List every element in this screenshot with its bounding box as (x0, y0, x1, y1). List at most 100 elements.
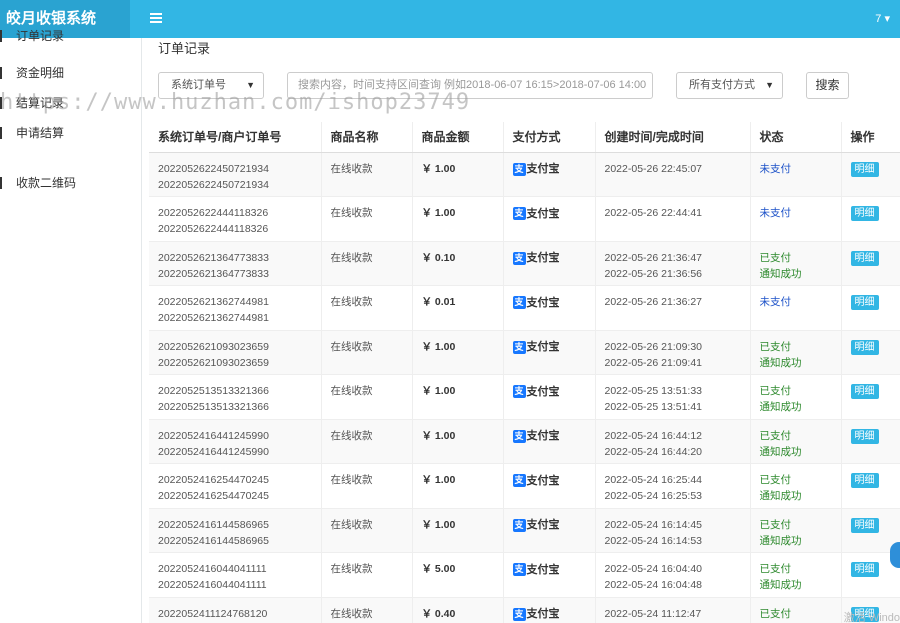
detail-button[interactable]: 明细 (850, 250, 879, 266)
sidebar-item-funds[interactable]: 资金明细 (0, 63, 141, 93)
system-order-no: 2022052621362744981 (158, 296, 269, 308)
cell-amount: ￥ 1.00 (412, 374, 504, 420)
status-badge: 已支付 (759, 607, 792, 620)
created-time: 2022-05-26 22:44:41 (604, 207, 703, 219)
cell-status: 已支付 通知成功 (750, 508, 842, 553)
cell-status: 未支付 (750, 152, 842, 197)
alipay-badge: 支支付宝 (512, 295, 560, 311)
cell-product-name: 在线收款 (321, 374, 413, 420)
completed-time: 2022-05-24 16:25:53 (604, 490, 703, 502)
table-row: 2022052416044041111 2022052416044041111 在线… (149, 552, 900, 598)
pay-method-label: 支付宝 (526, 296, 560, 309)
cell-product-name: 在线收款 (321, 330, 413, 375)
created-time: 2022-05-24 16:25:44 (604, 474, 703, 486)
cell-amount: ￥ 1.00 (412, 419, 504, 464)
cell-action: 明细 (841, 196, 900, 242)
system-order-no: 2022052416441245990 (158, 429, 269, 442)
notify-status: 通知成功 (759, 401, 802, 413)
alipay-icon: 支 (512, 474, 526, 487)
detail-button[interactable]: 明细 (850, 161, 879, 177)
alipay-icon: 支 (512, 340, 526, 354)
cell-pay-method: 支支付宝 (503, 241, 596, 286)
status-badge: 已支付 (759, 340, 792, 353)
status-badge: 已支付 (759, 251, 792, 264)
table-row: 2022052622450721934 2022052622450721934 在线… (149, 152, 900, 197)
col-amount[interactable]: 商品金额 (412, 122, 504, 153)
col-product-name[interactable]: 商品名称 (321, 122, 413, 153)
list-icon[interactable] (150, 11, 164, 25)
table-row: 2022052416441245990 2022052416441245990 在线… (149, 419, 900, 464)
col-pay-method[interactable]: 支付方式 (503, 122, 596, 153)
select-value: 系统订单号 (171, 79, 226, 91)
cell-order-no: 2022052416441245990 2022052416441245990 (149, 419, 322, 464)
cell-pay-method: 支支付宝 (503, 330, 596, 375)
cell-action: 明细 (841, 285, 900, 331)
cell-product-name: 在线收款 (321, 196, 413, 242)
alipay-badge: 支支付宝 (512, 250, 560, 266)
pay-method-label: 支付宝 (526, 385, 560, 398)
floating-service-icon[interactable] (890, 542, 900, 568)
cell-action: 明细 (841, 419, 900, 464)
notify-status: 通知成功 (759, 490, 802, 502)
cell-status: 已支付 通知成功 (750, 374, 842, 420)
activation-notice: 激活 Windo (843, 612, 900, 623)
sidebar-item-apply-settlement[interactable]: 申请结算 (0, 123, 141, 153)
detail-button[interactable]: 明细 (850, 339, 879, 355)
col-status[interactable]: 状态 (750, 122, 842, 153)
pay-method-label: 支付宝 (526, 163, 560, 175)
cell-amount: ￥ 0.40 (412, 597, 504, 623)
detail-button[interactable]: 明细 (850, 562, 879, 577)
cell-status: 已支付 通知成功 (750, 552, 842, 598)
detail-button[interactable]: 明细 (850, 295, 879, 310)
detail-button[interactable]: 明细 (850, 473, 879, 488)
alipay-badge: 支支付宝 (512, 473, 560, 489)
col-time[interactable]: 创建时间/完成时间 (595, 122, 751, 153)
pay-method-label: 支付宝 (526, 207, 560, 220)
alipay-badge: 支支付宝 (512, 384, 560, 400)
cell-amount: ￥ 1.00 (412, 508, 504, 553)
alipay-icon: 支 (512, 429, 526, 443)
table-header-row: 系统订单号/商户订单号 商品名称 商品金额 支付方式 创建时间/完成时间 状态 … (149, 122, 900, 153)
cell-pay-method: 支支付宝 (503, 374, 596, 420)
user-menu[interactable]: 7 ▾ (875, 0, 890, 38)
notify-status: 通知成功 (759, 445, 802, 458)
cell-status: 已支付 (750, 597, 842, 623)
nav-marker-icon (0, 177, 2, 189)
detail-button[interactable]: 明细 (850, 517, 879, 533)
sidebar-item-orders[interactable]: 订单记录 (0, 26, 141, 56)
detail-button[interactable]: 明细 (850, 428, 879, 444)
sidebar-item-qrcode[interactable]: 收款二维码 (0, 173, 141, 203)
cell-action: 明细 (841, 374, 900, 420)
detail-button[interactable]: 明细 (850, 384, 879, 399)
completed-time: 2022-05-26 21:09:41 (604, 356, 703, 369)
nav-marker-icon (0, 67, 2, 79)
cell-action: 明细 (841, 330, 900, 375)
caret-down-icon: ▼ (246, 80, 255, 90)
sidebar-item-settlements[interactable]: 结算记录 (0, 93, 141, 123)
cell-time: 2022-05-26 21:36:27 (595, 285, 751, 331)
merchant-order-no: 2022052416254470245 (158, 490, 269, 502)
pay-method-select[interactable]: 所有支付方式 ▼ (676, 72, 783, 99)
cell-pay-method: 支支付宝 (503, 508, 596, 553)
col-order-no[interactable]: 系统订单号/商户订单号 (149, 122, 322, 153)
col-action[interactable]: 操作 (841, 122, 900, 153)
search-input[interactable]: 搜索内容，时间支持区间查询 例如2018-06-07 16:15>2018-07… (287, 72, 653, 99)
search-button[interactable]: 搜索 (806, 72, 849, 99)
notify-status: 通知成功 (759, 267, 802, 280)
pay-method-label: 支付宝 (526, 252, 560, 264)
table-row: 2022052416254470245 2022052416254470245 在线… (149, 463, 900, 509)
cell-product-name: 在线收款 (321, 463, 413, 509)
table-row: 2022052622444118326 2022052622444118326 在线… (149, 196, 900, 242)
status-badge: 已支付 (759, 563, 792, 575)
cell-time: 2022-05-24 16:25:44 2022-05-24 16:25:53 (595, 463, 751, 509)
detail-button[interactable]: 明细 (850, 206, 879, 221)
cell-amount: ￥ 1.00 (412, 330, 504, 375)
page-title: 订单记录 (158, 41, 211, 56)
merchant-order-no: 2022052622444118326 (158, 223, 269, 235)
created-time: 2022-05-26 21:36:27 (604, 296, 703, 308)
cell-order-no: 2022052622444118326 2022052622444118326 (149, 196, 322, 242)
order-type-select[interactable]: 系统订单号 ▼ (158, 72, 264, 99)
alipay-icon: 支 (512, 296, 526, 309)
cell-order-no: 2022052513513321366 2022052513513321366 (149, 374, 322, 420)
cell-time: 2022-05-26 21:09:30 2022-05-26 21:09:41 (595, 330, 751, 375)
